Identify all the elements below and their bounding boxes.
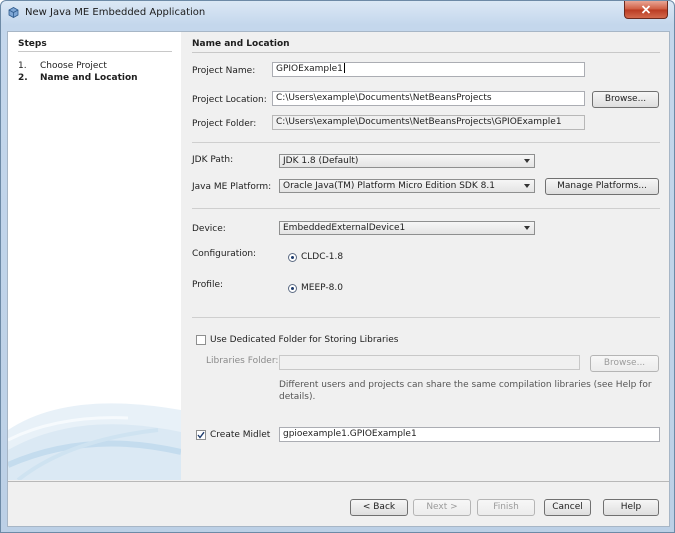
wizard-content: Steps 1. Choose Project 2. Name and Locati… — [7, 31, 670, 527]
libraries-browse-button: Browse... — [590, 355, 659, 372]
section-divider — [192, 317, 660, 318]
create-midlet-checkbox[interactable] — [196, 430, 206, 440]
configuration-label: Configuration: — [192, 249, 257, 259]
window-title: New Java ME Embedded Application — [25, 7, 206, 18]
project-location-input[interactable]: C:\Users\example\Documents\NetBeansProje… — [272, 91, 585, 106]
platform-label: Java ME Platform: — [192, 182, 272, 192]
project-location-value: C:\Users\example\Documents\NetBeansProje… — [276, 93, 492, 103]
checkmark-icon — [197, 431, 205, 439]
steps-panel: Steps 1. Choose Project 2. Name and Locati… — [8, 32, 181, 480]
chevron-down-icon — [524, 159, 530, 163]
step-name-and-location: 2. Name and Location — [18, 73, 138, 83]
configuration-value: CLDC-1.8 — [301, 252, 344, 262]
back-button[interactable]: < Back — [350, 499, 408, 516]
finish-button[interactable]: Finish — [477, 499, 535, 516]
project-location-label: Project Location: — [192, 95, 267, 105]
jdk-path-label: JDK Path: — [192, 155, 234, 165]
chevron-down-icon — [524, 184, 530, 188]
profile-value: MEEP-8.0 — [301, 283, 343, 293]
button-bar-divider — [8, 481, 669, 482]
device-label: Device: — [192, 224, 226, 234]
wizard-window: New Java ME Embedded Application Steps 1… — [0, 0, 675, 533]
project-name-label: Project Name: — [192, 66, 256, 76]
libraries-folder-input — [279, 355, 580, 370]
project-folder-value: C:\Users\example\Documents\NetBeansProje… — [276, 117, 562, 127]
panel-title-divider — [192, 52, 660, 53]
dedicated-folder-label: Use Dedicated Folder for Storing Librari… — [210, 335, 399, 345]
step-label: Choose Project — [40, 61, 107, 71]
step-label: Name and Location — [40, 73, 138, 83]
project-folder-field: C:\Users\example\Documents\NetBeansProje… — [272, 115, 585, 130]
dedicated-folder-checkbox[interactable] — [196, 335, 206, 345]
wizard-decoration-graphic — [8, 403, 181, 480]
section-divider — [192, 208, 660, 209]
text-cursor — [343, 63, 345, 73]
profile-radio[interactable] — [288, 284, 297, 293]
configuration-radio[interactable] — [288, 253, 297, 262]
step-number: 1. — [18, 61, 27, 71]
midlet-class-value: gpioexample1.GPIOExample1 — [283, 429, 417, 439]
project-name-value: GPIOExample1 — [276, 64, 343, 74]
section-divider — [192, 142, 660, 143]
jdk-path-value: JDK 1.8 (Default) — [283, 156, 359, 166]
profile-label: Profile: — [192, 280, 224, 290]
project-folder-label: Project Folder: — [192, 119, 257, 129]
java-cup-icon — [7, 6, 20, 19]
manage-platforms-button[interactable]: Manage Platforms... — [545, 178, 659, 195]
libraries-help-text-line1: Different users and projects can share t… — [279, 380, 652, 390]
platform-dropdown[interactable]: Oracle Java(TM) Platform Micro Edition S… — [279, 179, 535, 193]
step-choose-project: 1. Choose Project — [18, 61, 107, 71]
title-bar[interactable]: New Java ME Embedded Application — [1, 1, 674, 25]
project-name-input[interactable]: GPIOExample1 — [272, 62, 585, 77]
libraries-folder-label: Libraries Folder: — [206, 356, 279, 366]
cancel-button[interactable]: Cancel — [544, 499, 591, 516]
midlet-class-input[interactable]: gpioexample1.GPIOExample1 — [279, 427, 660, 442]
name-location-panel: Name and Location Project Name: GPIOExam… — [192, 32, 662, 480]
chevron-down-icon — [524, 226, 530, 230]
libraries-help-text-line2: details). — [279, 392, 316, 402]
help-button[interactable]: Help — [603, 499, 659, 516]
close-button[interactable] — [624, 1, 668, 19]
platform-value: Oracle Java(TM) Platform Micro Edition S… — [283, 181, 495, 191]
step-number: 2. — [18, 73, 28, 83]
browse-location-button[interactable]: Browse... — [592, 91, 659, 108]
steps-divider — [18, 51, 172, 52]
device-value: EmbeddedExternalDevice1 — [283, 223, 406, 233]
panel-title: Name and Location — [192, 39, 290, 49]
jdk-path-dropdown[interactable]: JDK 1.8 (Default) — [279, 154, 535, 168]
close-icon — [641, 5, 651, 14]
next-button[interactable]: Next > — [413, 499, 471, 516]
steps-title: Steps — [18, 39, 47, 49]
device-dropdown[interactable]: EmbeddedExternalDevice1 — [279, 221, 535, 235]
create-midlet-label: Create Midlet — [210, 430, 271, 440]
